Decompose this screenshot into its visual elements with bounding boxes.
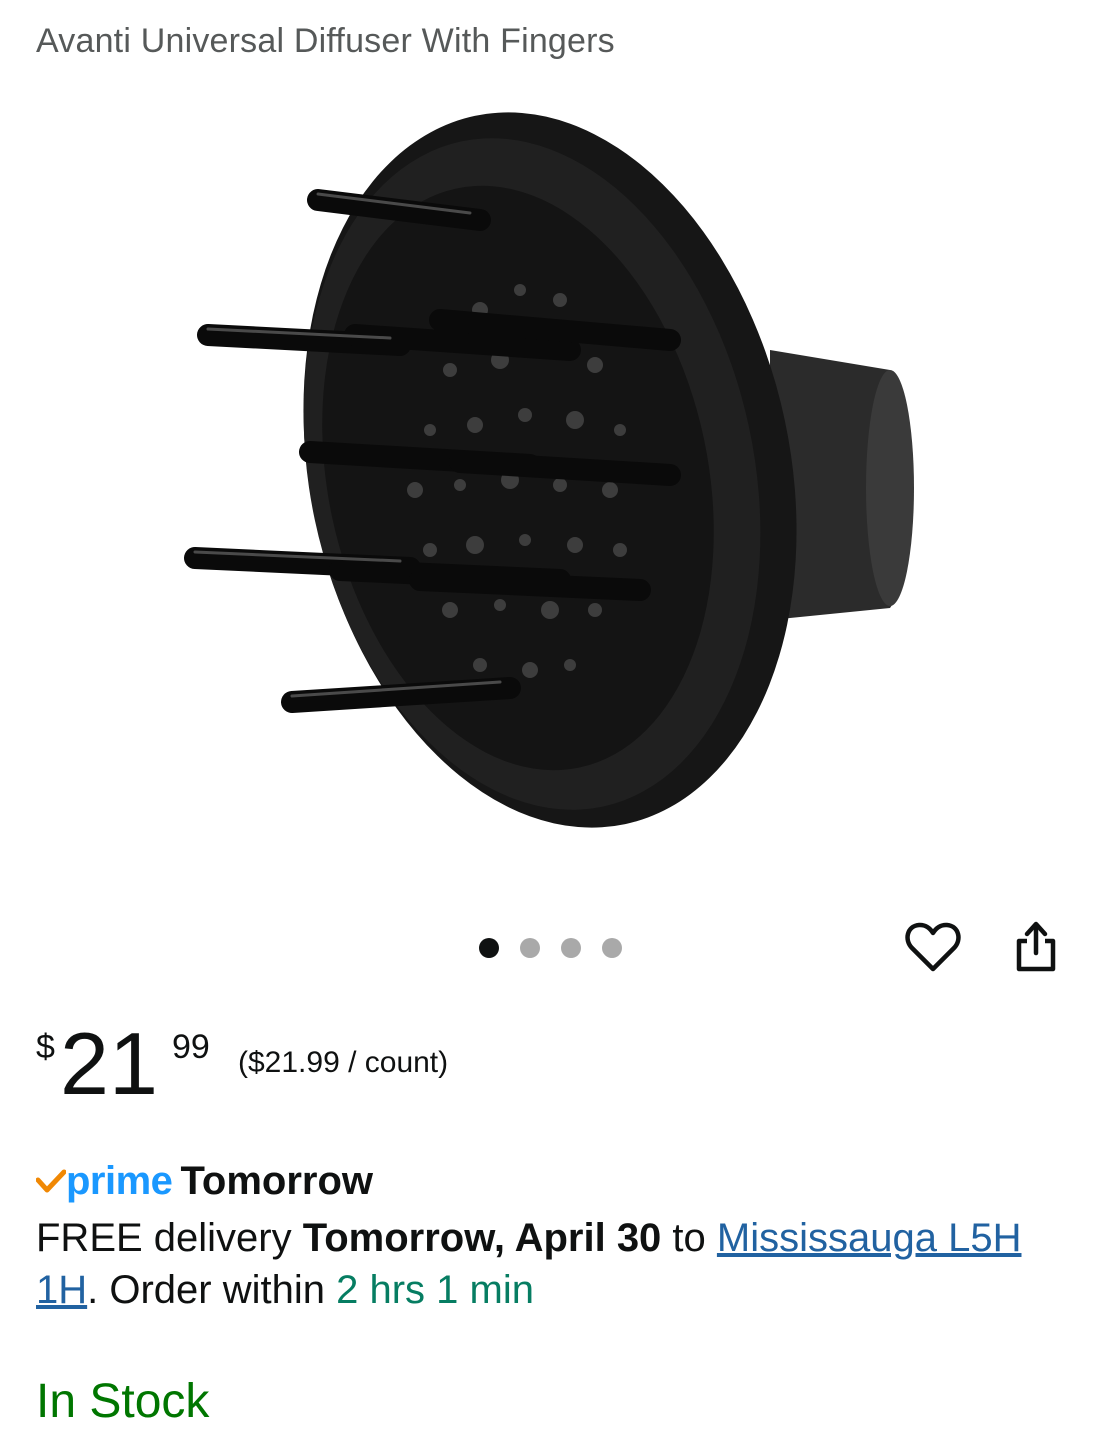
prime-delivery-badge: prime Tomorrow <box>35 1156 374 1206</box>
order-within-text: . Order within <box>87 1268 337 1312</box>
pagination-dot-4[interactable] <box>602 938 622 958</box>
order-countdown: 2 hrs 1 min <box>336 1268 534 1312</box>
pagination-dot-3[interactable] <box>561 938 581 958</box>
heart-icon <box>905 921 961 978</box>
delivery-prefix: FREE delivery <box>36 1216 303 1260</box>
prime-delivery-day: Tomorrow <box>180 1158 374 1203</box>
product-image[interactable] <box>150 80 950 860</box>
prime-check-icon <box>35 1168 67 1199</box>
price-whole: 21 <box>60 1014 158 1113</box>
share-icon <box>1013 919 1059 980</box>
price-fraction: 99 <box>172 1028 210 1066</box>
pagination-dot-1[interactable] <box>479 938 499 958</box>
stock-status: In Stock <box>36 1375 210 1428</box>
delivery-to: to <box>661 1216 717 1260</box>
delivery-message: FREE delivery Tomorrow, April 30 to Miss… <box>36 1212 1076 1316</box>
share-button[interactable] <box>1005 918 1067 980</box>
prime-word: prime <box>66 1158 173 1203</box>
pagination-dot-2[interactable] <box>520 938 540 958</box>
unit-price: ($21.99 / count) <box>238 1046 449 1079</box>
wishlist-button[interactable] <box>902 918 964 980</box>
delivery-date: Tomorrow, April 30 <box>302 1216 662 1260</box>
price-currency-symbol: $ <box>36 1028 55 1066</box>
image-pagination[interactable] <box>479 938 622 958</box>
product-title: Avanti Universal Diffuser With Fingers <box>36 22 615 60</box>
prime-logo: prime <box>35 1158 173 1204</box>
